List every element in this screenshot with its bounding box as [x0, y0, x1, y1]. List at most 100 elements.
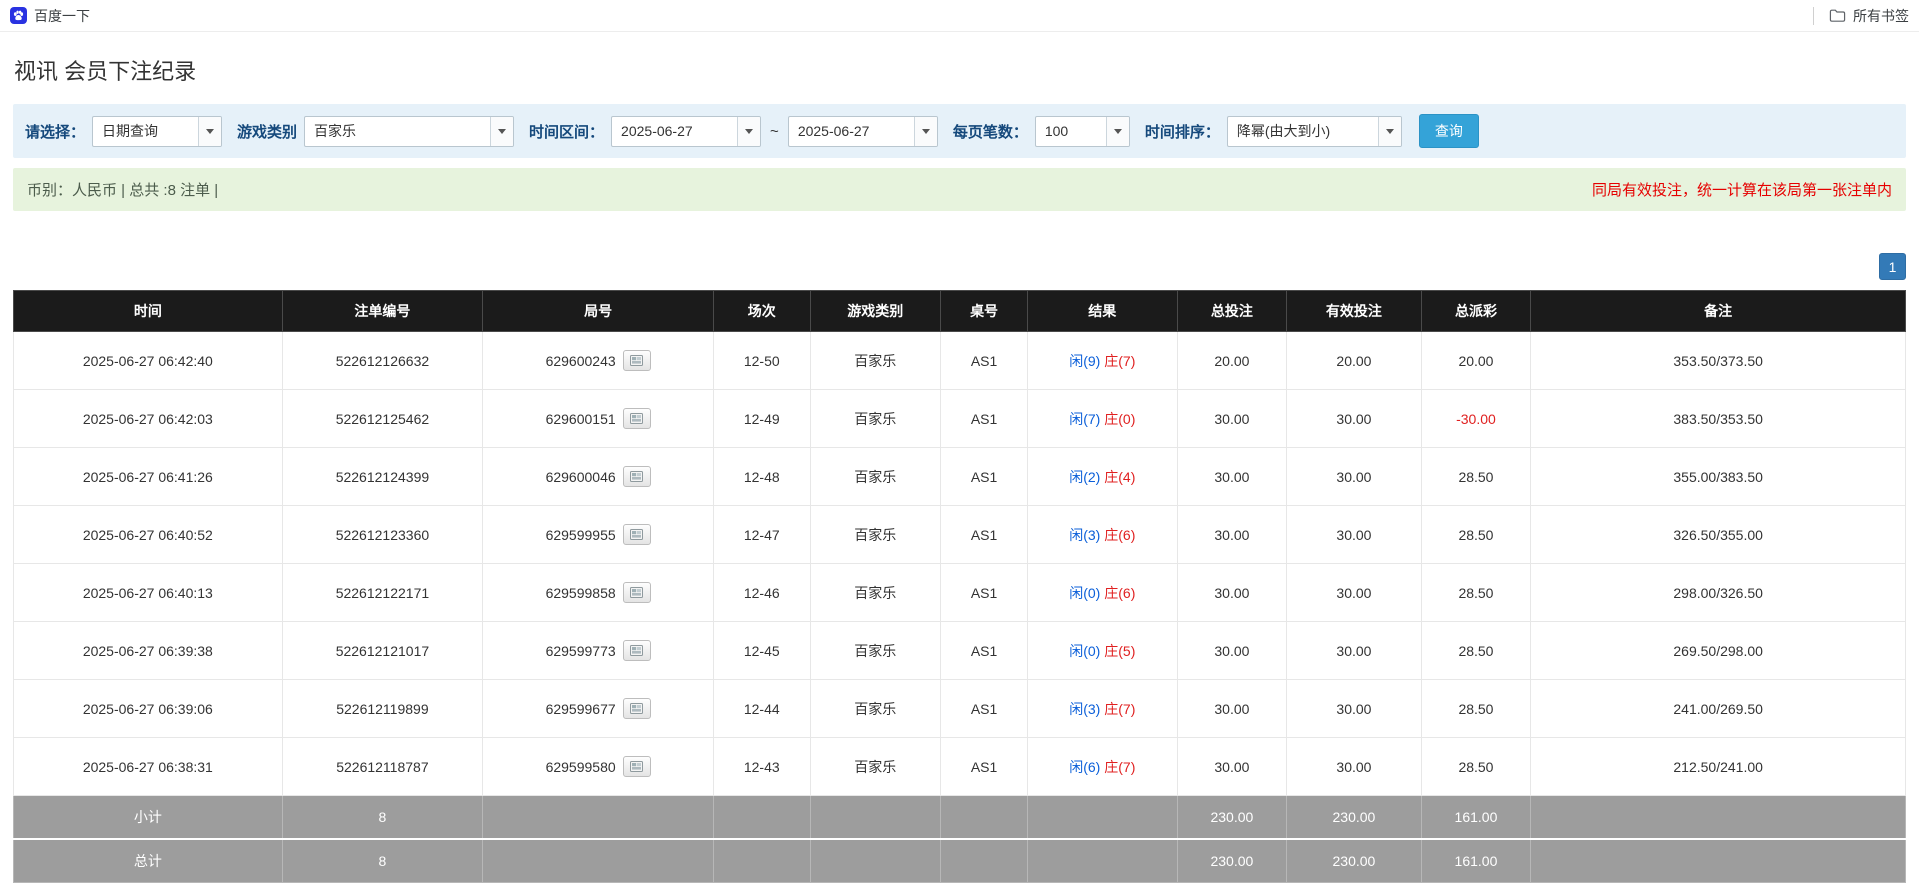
sort-select[interactable]: 降幂(由大到小) — [1226, 115, 1402, 147]
cell-game-type: 百家乐 — [809, 621, 942, 680]
cell-total-bet[interactable]: 30.00 — [1176, 621, 1288, 680]
video-replay-icon[interactable] — [622, 582, 651, 603]
chevron-down-icon[interactable] — [198, 116, 222, 146]
cell-time: 2025-06-27 06:40:13 — [13, 563, 283, 622]
cell-table-no: AS1 — [940, 331, 1029, 390]
table-row: 2025-06-27 06:42:40 522612126632 6296002… — [13, 331, 1906, 390]
date-separator: ~ — [770, 122, 779, 140]
date-to-value: 2025-06-27 — [797, 123, 870, 139]
baidu-paw-icon — [10, 7, 27, 24]
cell-result: 闲(0) 庄(5) — [1027, 621, 1178, 680]
cell-time: 2025-06-27 06:38:31 — [13, 737, 283, 796]
game-type-select[interactable]: 百家乐 — [304, 115, 515, 147]
page-size-select[interactable]: 100 — [1034, 115, 1130, 147]
cell-valid-bet: 30.00 — [1286, 389, 1422, 448]
result-banker: 庄(7) — [1104, 352, 1136, 369]
table-row: 2025-06-27 06:40:13 522612122171 6295998… — [13, 563, 1906, 622]
cell-valid-bet: 30.00 — [1286, 679, 1422, 738]
cell-total-bet[interactable]: 30.00 — [1176, 505, 1288, 564]
subtotal-count: 8 — [281, 795, 484, 840]
cell-note: 355.00/383.50 — [1530, 447, 1906, 506]
header-round-id: 局号 — [482, 290, 715, 332]
page-1-button[interactable]: 1 — [1879, 253, 1906, 280]
round-id-text: 629599580 — [545, 758, 616, 775]
header-result: 结果 — [1027, 290, 1178, 332]
cell-game-type: 百家乐 — [809, 331, 942, 390]
result-banker: 庄(5) — [1104, 642, 1136, 659]
cell-session: 12-44 — [713, 679, 811, 738]
filter-bar: 请选择： 日期查询 游戏类别 百家乐 时间区间： 2025-06-27 ~ 20… — [13, 104, 1906, 158]
cell-game-type: 百家乐 — [809, 737, 942, 796]
cell-payout: 20.00 — [1420, 331, 1532, 390]
video-replay-icon[interactable] — [622, 350, 651, 371]
chevron-down-icon[interactable] — [1105, 116, 1129, 146]
table-row: 2025-06-27 06:38:31 522612118787 6295995… — [13, 737, 1906, 796]
video-replay-icon[interactable] — [622, 466, 651, 487]
cell-time: 2025-06-27 06:40:52 — [13, 505, 283, 564]
round-id-text: 629600243 — [545, 352, 616, 369]
cell-session: 12-43 — [713, 737, 811, 796]
header-session: 场次 — [713, 290, 811, 332]
cell-bet-id: 522612122171 — [281, 563, 484, 622]
cell-game-type: 百家乐 — [809, 563, 942, 622]
video-replay-icon[interactable] — [622, 408, 651, 429]
table-row: 2025-06-27 06:39:06 522612119899 6295996… — [13, 679, 1906, 738]
page-size-label: 每页笔数： — [952, 123, 1028, 141]
table-body: 2025-06-27 06:42:40 522612126632 6296002… — [13, 331, 1906, 796]
video-replay-icon[interactable] — [622, 698, 651, 719]
query-type-label: 请选择： — [25, 123, 86, 141]
cell-time: 2025-06-27 06:39:06 — [13, 679, 283, 738]
result-banker: 庄(6) — [1104, 526, 1136, 543]
search-button[interactable]: 查询 — [1418, 114, 1479, 148]
cell-table-no: AS1 — [940, 389, 1029, 448]
date-to-select[interactable]: 2025-06-27 — [787, 115, 938, 147]
cell-game-type: 百家乐 — [809, 447, 942, 506]
table-header: 时间 注单编号 局号 场次 游戏类别 桌号 结果 总投注 有效投注 总派彩 备注 — [13, 290, 1906, 332]
header-note: 备注 — [1530, 290, 1906, 332]
cell-payout: 28.50 — [1420, 621, 1532, 680]
cell-total-bet[interactable]: 30.00 — [1176, 679, 1288, 738]
total-valid-bet: 230.00 — [1286, 838, 1422, 883]
cell-payout: 28.50 — [1420, 505, 1532, 564]
result-player: 闲(0) — [1069, 642, 1101, 659]
game-type-value: 百家乐 — [314, 123, 357, 139]
cell-total-bet[interactable]: 20.00 — [1176, 331, 1288, 390]
chevron-down-icon[interactable] — [490, 116, 514, 146]
round-id-text: 629599955 — [545, 526, 616, 543]
date-from-select[interactable]: 2025-06-27 — [611, 115, 762, 147]
cell-total-bet[interactable]: 30.00 — [1176, 447, 1288, 506]
cell-session: 12-48 — [713, 447, 811, 506]
total-payout: 161.00 — [1420, 838, 1532, 883]
cell-total-bet[interactable]: 30.00 — [1176, 389, 1288, 448]
cell-bet-id: 522612124399 — [281, 447, 484, 506]
cell-bet-id: 522612126632 — [281, 331, 484, 390]
cell-game-type: 百家乐 — [809, 505, 942, 564]
cell-note: 269.50/298.00 — [1530, 621, 1906, 680]
cell-valid-bet: 20.00 — [1286, 331, 1422, 390]
cell-bet-id: 522612125462 — [281, 389, 484, 448]
round-id-text: 629600151 — [545, 410, 616, 427]
cell-bet-id: 522612119899 — [281, 679, 484, 738]
video-replay-icon[interactable] — [622, 524, 651, 545]
cell-total-bet[interactable]: 30.00 — [1176, 563, 1288, 622]
query-type-select[interactable]: 日期查询 — [92, 115, 223, 147]
cell-total-bet[interactable]: 30.00 — [1176, 737, 1288, 796]
summary-bar: 币别：人民币 | 总共 :8 注单 | 同局有效投注，统一计算在该局第一张注单内 — [13, 168, 1906, 211]
cell-result: 闲(3) 庄(7) — [1027, 679, 1178, 738]
chevron-down-icon[interactable] — [1377, 116, 1401, 146]
cell-session: 12-45 — [713, 621, 811, 680]
date-range-label: 时间区间： — [529, 123, 605, 141]
header-time: 时间 — [13, 290, 283, 332]
header-total-bet: 总投注 — [1176, 290, 1288, 332]
sort-label: 时间排序： — [1144, 123, 1220, 141]
result-player: 闲(3) — [1069, 700, 1101, 717]
bookmark-baidu[interactable]: 百度一下 — [10, 6, 90, 26]
chevron-down-icon[interactable] — [913, 116, 937, 146]
video-replay-icon[interactable] — [622, 756, 651, 777]
total-label: 总计 — [13, 838, 283, 883]
all-bookmarks-button[interactable]: 所有书签 — [1813, 6, 1909, 26]
cell-result: 闲(7) 庄(0) — [1027, 389, 1178, 448]
video-replay-icon[interactable] — [622, 640, 651, 661]
chevron-down-icon[interactable] — [737, 116, 761, 146]
cell-note: 353.50/373.50 — [1530, 331, 1906, 390]
